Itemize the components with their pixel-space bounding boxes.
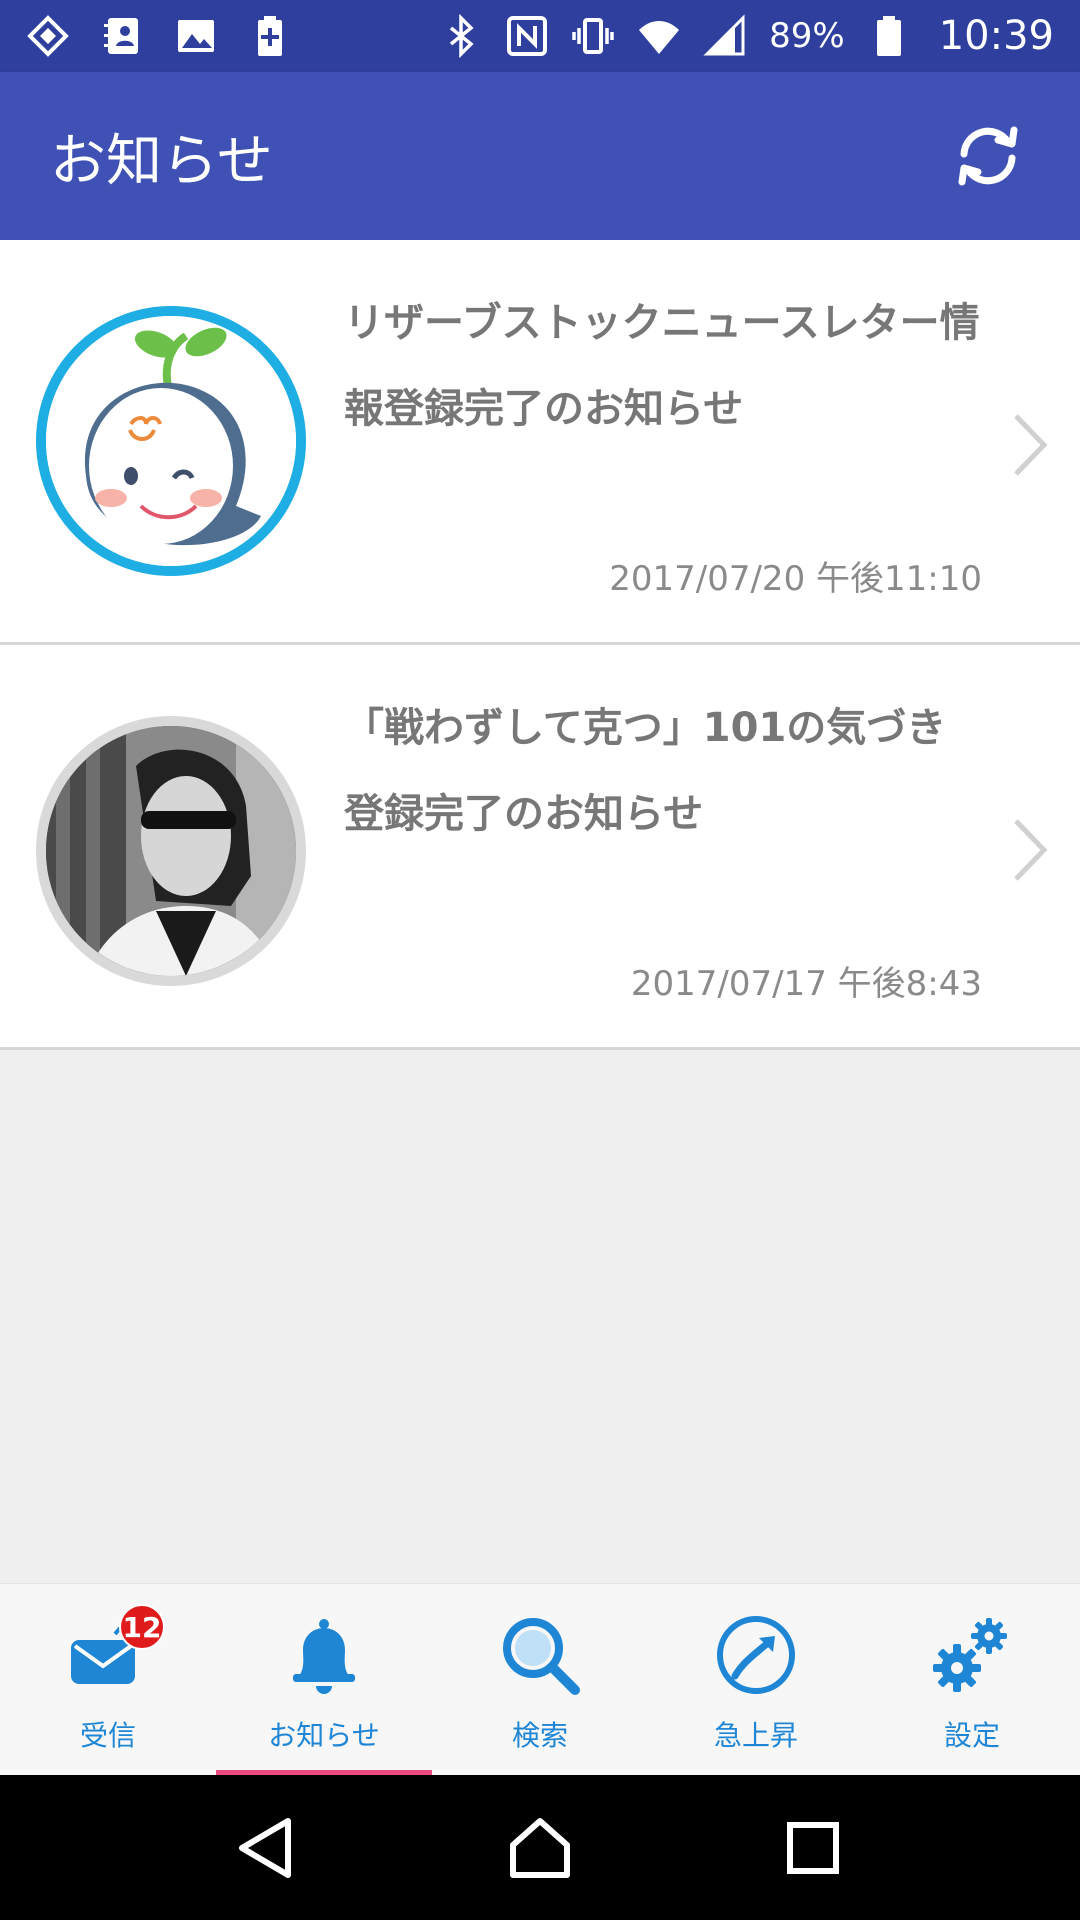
tab-label: お知らせ [268, 1719, 380, 1752]
tab-inbox[interactable]: 12 受信 [0, 1584, 216, 1776]
signal-icon [703, 14, 747, 58]
wifi-icon [637, 14, 681, 58]
screen: 89% 10:39 お知らせ リザーブストックニュースレター情報登録完了のお知ら… [0, 0, 1080, 1920]
tab-label: 急上昇 [713, 1719, 798, 1752]
notification-list: リザーブストックニュースレター情報登録完了のお知らせ 2017/07/20 午後… [0, 240, 1080, 1050]
notification-date: 2017/07/17 午後8:43 [630, 964, 982, 1004]
contacts-icon [100, 14, 144, 58]
unread-badge: 12 [119, 1604, 165, 1650]
app-bar: お知らせ [0, 72, 1080, 240]
back-icon [238, 1817, 291, 1878]
list-item[interactable]: リザーブストックニュースレター情報登録完了のお知らせ 2017/07/20 午後… [0, 240, 1080, 645]
battery-percent: 89% [769, 16, 845, 56]
trending-icon [711, 1610, 801, 1700]
nfc-icon [505, 14, 549, 58]
tab-notifications[interactable]: お知らせ [216, 1584, 432, 1776]
recents-icon [787, 1821, 840, 1874]
chevron-right-icon [1010, 410, 1050, 480]
refresh-icon [958, 126, 1018, 186]
home-icon [509, 1817, 570, 1878]
refresh-button[interactable] [946, 114, 1030, 198]
clock: 10:39 [938, 13, 1054, 59]
bluetooth-icon [439, 14, 483, 58]
tab-label: 検索 [511, 1719, 568, 1752]
mail-icon: 12 [63, 1604, 165, 1700]
system-nav-bar [0, 1775, 1080, 1920]
notification-title: 「戦わずして克つ」101の気づき登録完了のお知らせ [344, 705, 947, 837]
list-item[interactable]: 「戦わずして克つ」101の気づき登録完了のお知らせ 2017/07/17 午後8… [0, 645, 1080, 1050]
image-icon [174, 14, 218, 58]
gears-icon [927, 1610, 1017, 1700]
tab-label: 受信 [79, 1719, 136, 1752]
person-photo-avatar [36, 716, 306, 986]
notification-date: 2017/07/20 午後11:10 [609, 559, 982, 599]
home-button[interactable] [500, 1808, 580, 1888]
tab-settings[interactable]: 設定 [864, 1584, 1080, 1776]
battery-saver-icon [248, 14, 292, 58]
page-title: お知らせ [50, 128, 273, 194]
bottom-tab-bar: 12 受信 お知らせ 検索 急上昇 設定 [0, 1583, 1080, 1776]
bell-icon [279, 1610, 369, 1700]
recents-button[interactable] [773, 1808, 853, 1888]
diamond-app-icon [26, 14, 70, 58]
chevron-right-icon [1010, 815, 1050, 885]
tab-trending[interactable]: 急上昇 [648, 1584, 864, 1776]
battery-icon [867, 14, 911, 58]
search-icon [495, 1610, 585, 1700]
back-button[interactable] [227, 1808, 307, 1888]
tab-label: 設定 [943, 1719, 1000, 1752]
status-bar: 89% 10:39 [0, 0, 1080, 72]
notification-title: リザーブストックニュースレター情報登録完了のお知らせ [344, 300, 980, 432]
tab-search[interactable]: 検索 [432, 1584, 648, 1776]
mascot-avatar [36, 306, 306, 576]
vibrate-icon [571, 14, 615, 58]
